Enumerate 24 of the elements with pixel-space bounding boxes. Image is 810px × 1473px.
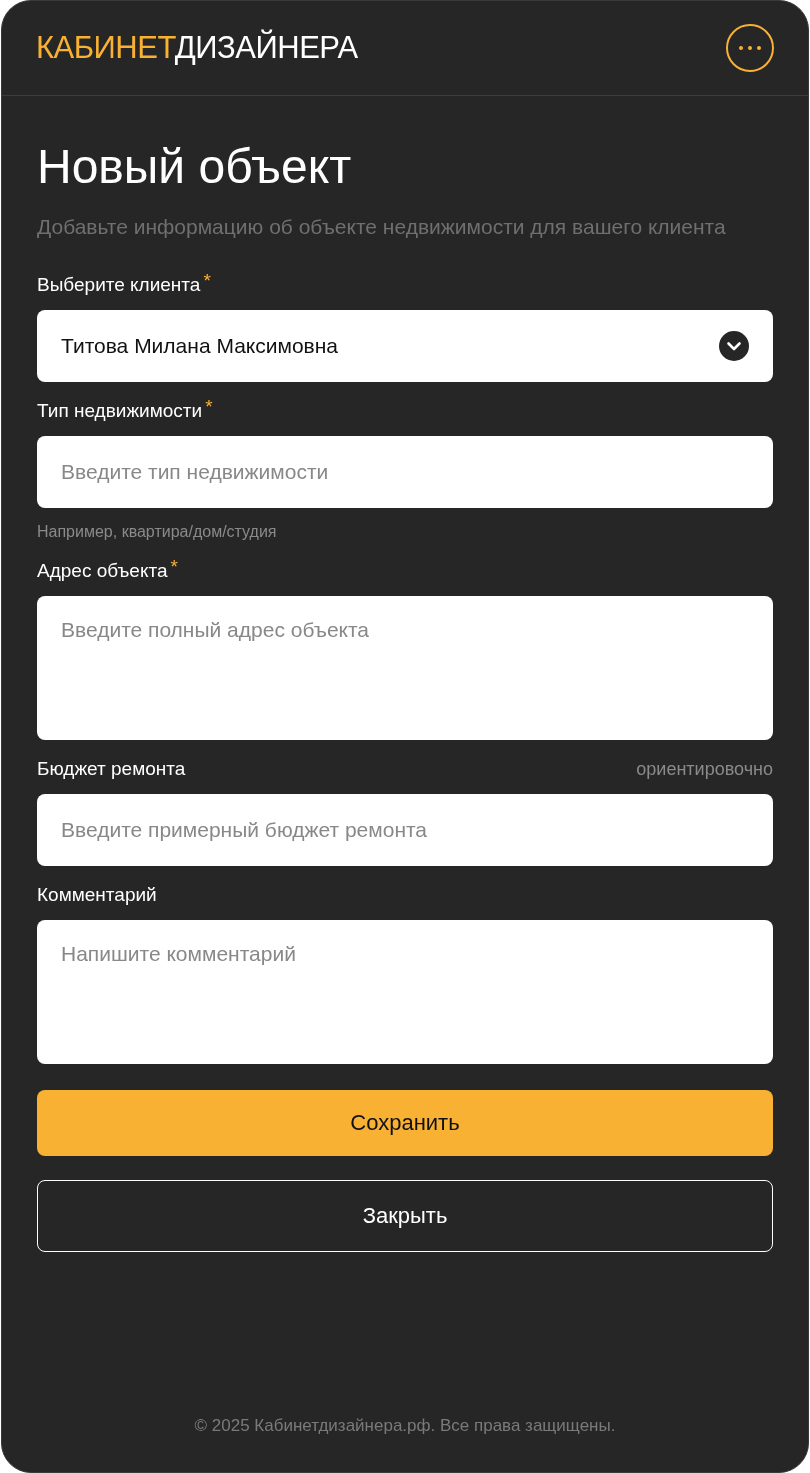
input-field[interactable]: Введите примерный бюджет ремонта xyxy=(37,794,773,866)
footer-text: © 2025 Кабинетдизайнера.рф. Все права защищены. xyxy=(193,1416,617,1437)
text-area[interactable]: Введите полный адрес объекта xyxy=(37,596,773,740)
field-label: Комментарий xyxy=(37,883,157,907)
input-field[interactable]: Введите тип недвижимости xyxy=(37,436,773,508)
chevron-down-icon xyxy=(719,331,749,361)
save-button[interactable]: Сохранить xyxy=(37,1090,773,1156)
text-area[interactable]: Напишите комментарий xyxy=(37,920,773,1064)
page-subtitle: Добавьте информацию об объекте недвижимости для вашего клиента xyxy=(37,214,727,240)
required-mark: * xyxy=(203,272,211,290)
field-note: ориентировочно xyxy=(636,758,773,781)
required-mark: * xyxy=(170,558,178,576)
field-label: Выберите клиента xyxy=(37,273,201,297)
page-title: Новый объект xyxy=(37,139,353,195)
field-hint: Например, квартира/дом/студия xyxy=(37,522,278,542)
menu-button[interactable] xyxy=(726,24,774,72)
client-select[interactable]: Титова Милана Максимовна xyxy=(37,310,773,382)
field-label: Бюджет ремонта xyxy=(37,757,186,781)
more-icon xyxy=(738,45,762,51)
field-label: Адрес объекта xyxy=(37,559,168,583)
logo[interactable]: КАБИНЕТДИЗАЙНЕРА xyxy=(36,30,358,66)
field-label: Тип недвижимости xyxy=(37,399,203,423)
required-mark: * xyxy=(205,398,213,416)
close-button[interactable]: Закрыть xyxy=(37,1180,773,1252)
